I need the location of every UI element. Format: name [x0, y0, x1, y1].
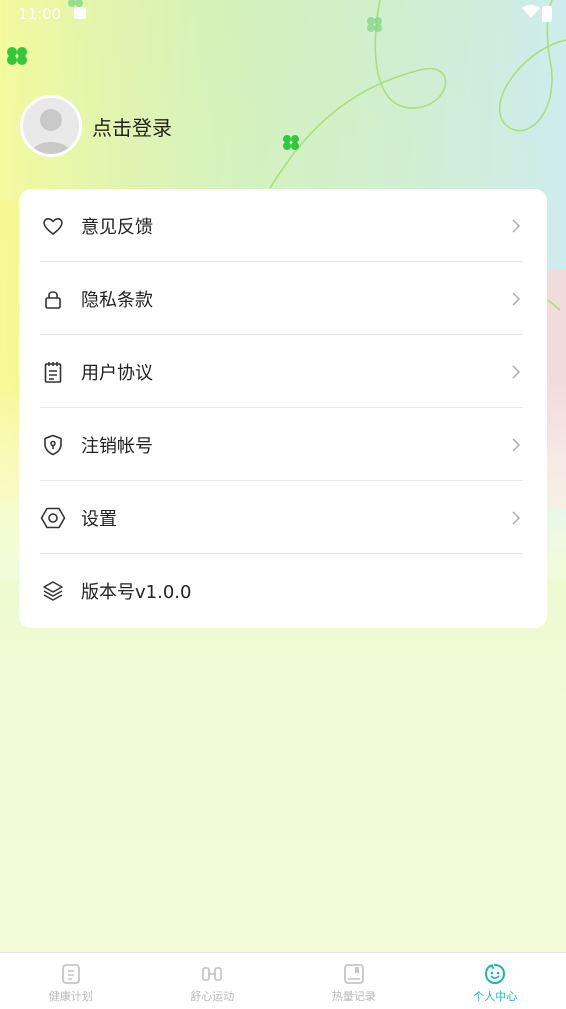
- version-label: 版本号v1.0.0: [81, 578, 523, 604]
- smiley-icon: [484, 963, 506, 985]
- notification-icon: [74, 7, 86, 19]
- battery-icon: [542, 6, 552, 22]
- login-label[interactable]: 点击登录: [92, 112, 172, 141]
- wifi-icon: [522, 5, 540, 23]
- menu-item-label: 注销帐号: [81, 432, 509, 458]
- chevron-right-icon: [509, 292, 523, 306]
- tab-label: 热量记录: [332, 988, 376, 1004]
- tab-personal-center[interactable]: 个人中心: [425, 953, 566, 1009]
- menu-item-label: 设置: [81, 505, 509, 531]
- tab-label: 个人中心: [473, 988, 517, 1004]
- chevron-right-icon: [509, 511, 523, 525]
- tab-label: 健康计划: [49, 988, 93, 1004]
- hexagon-icon: [40, 505, 66, 531]
- menu-item-privacy[interactable]: 隐私条款: [40, 262, 523, 335]
- heart-icon: [40, 213, 66, 239]
- menu-item-label: 用户协议: [81, 359, 509, 385]
- chevron-right-icon: [509, 438, 523, 452]
- status-time: 11:00: [18, 5, 61, 23]
- plan-icon: [60, 963, 82, 985]
- bottom-tab-bar: 健康计划 舒心运动 热量记录 个人中心: [0, 952, 566, 1009]
- menu-item-settings[interactable]: 设置: [40, 481, 523, 554]
- menu-card: 意见反馈 隐私条款 用户协议 注销帐号: [19, 189, 547, 628]
- chevron-right-icon: [509, 365, 523, 379]
- tab-calorie-record[interactable]: 热量记录: [283, 953, 425, 1009]
- avatar[interactable]: [20, 95, 82, 157]
- record-icon: [343, 963, 365, 985]
- tab-relaxing-sport[interactable]: 舒心运动: [142, 953, 284, 1009]
- menu-item-user-agreement[interactable]: 用户协议: [40, 335, 523, 408]
- tab-health-plan[interactable]: 健康计划: [0, 953, 142, 1009]
- menu-item-label: 隐私条款: [81, 286, 509, 312]
- menu-item-delete-account[interactable]: 注销帐号: [40, 408, 523, 481]
- chevron-right-icon: [509, 219, 523, 233]
- status-bar: 11:00: [0, 0, 566, 28]
- menu-item-label: 意见反馈: [81, 213, 509, 239]
- menu-item-feedback[interactable]: 意见反馈: [40, 189, 523, 262]
- lock-icon: [40, 286, 66, 312]
- layers-icon: [40, 578, 66, 604]
- tab-label: 舒心运动: [190, 988, 234, 1004]
- login-profile[interactable]: 点击登录: [20, 93, 172, 159]
- shield-icon: [40, 432, 66, 458]
- menu-item-version: 版本号v1.0.0: [40, 554, 523, 627]
- sport-icon: [201, 963, 223, 985]
- notepad-icon: [40, 359, 66, 385]
